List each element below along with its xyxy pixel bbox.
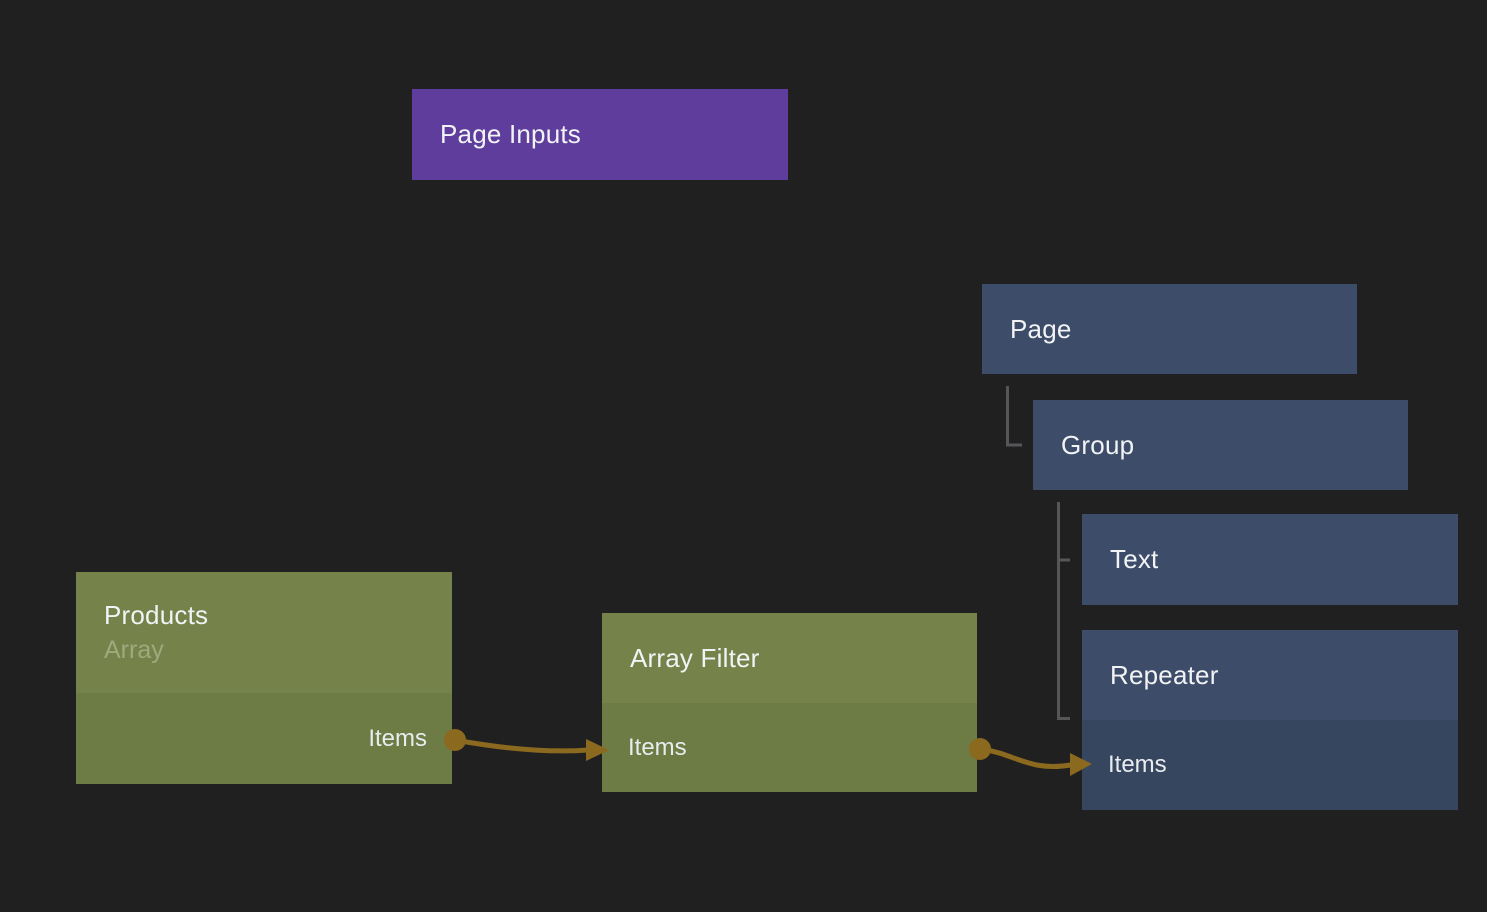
edge-products-to-array-filter[interactable] [455, 740, 588, 751]
node-header: Array Filter [602, 613, 977, 703]
node-text[interactable]: Text [1082, 514, 1458, 605]
node-title: Page Inputs [440, 119, 788, 150]
port-label: Items [1108, 751, 1167, 779]
port-row-items-output[interactable]: Items [76, 693, 452, 784]
port-dot-array-filter-output[interactable] [969, 738, 991, 760]
port-row-items-input[interactable]: Items [1082, 720, 1458, 810]
node-page[interactable]: Page [982, 284, 1357, 374]
node-array-filter[interactable]: Array Filter Items [602, 613, 977, 792]
node-header: Group [1033, 400, 1408, 490]
node-title: Page [1010, 314, 1357, 345]
tree-connector-page-to-group [1008, 386, 1023, 445]
node-products[interactable]: Products Array Items [76, 572, 452, 784]
node-header: Products Array [76, 572, 452, 693]
port-dot-products-items[interactable] [444, 729, 466, 751]
node-title: Group [1061, 430, 1408, 461]
port-row-items-input[interactable]: Items [602, 703, 977, 792]
node-subtitle: Array [104, 636, 452, 665]
node-title: Products [104, 600, 452, 631]
node-group[interactable]: Group [1033, 400, 1408, 490]
node-title: Array Filter [630, 643, 977, 674]
port-label: Items [368, 725, 427, 753]
node-title: Text [1110, 544, 1458, 575]
port-label: Items [628, 734, 687, 762]
node-header: Repeater [1082, 630, 1458, 720]
node-repeater[interactable]: Repeater Items [1082, 630, 1458, 810]
node-header: Text [1082, 514, 1458, 605]
node-title: Repeater [1110, 660, 1458, 691]
node-page-inputs[interactable]: Page Inputs [412, 89, 788, 180]
node-header: Page [982, 284, 1357, 374]
node-editor-canvas[interactable]: Page Inputs Products Array Items Array F… [0, 0, 1487, 912]
node-header: Page Inputs [412, 89, 788, 180]
tree-connector-group-to-children [1059, 502, 1071, 719]
edge-array-filter-to-repeater[interactable] [980, 749, 1071, 767]
